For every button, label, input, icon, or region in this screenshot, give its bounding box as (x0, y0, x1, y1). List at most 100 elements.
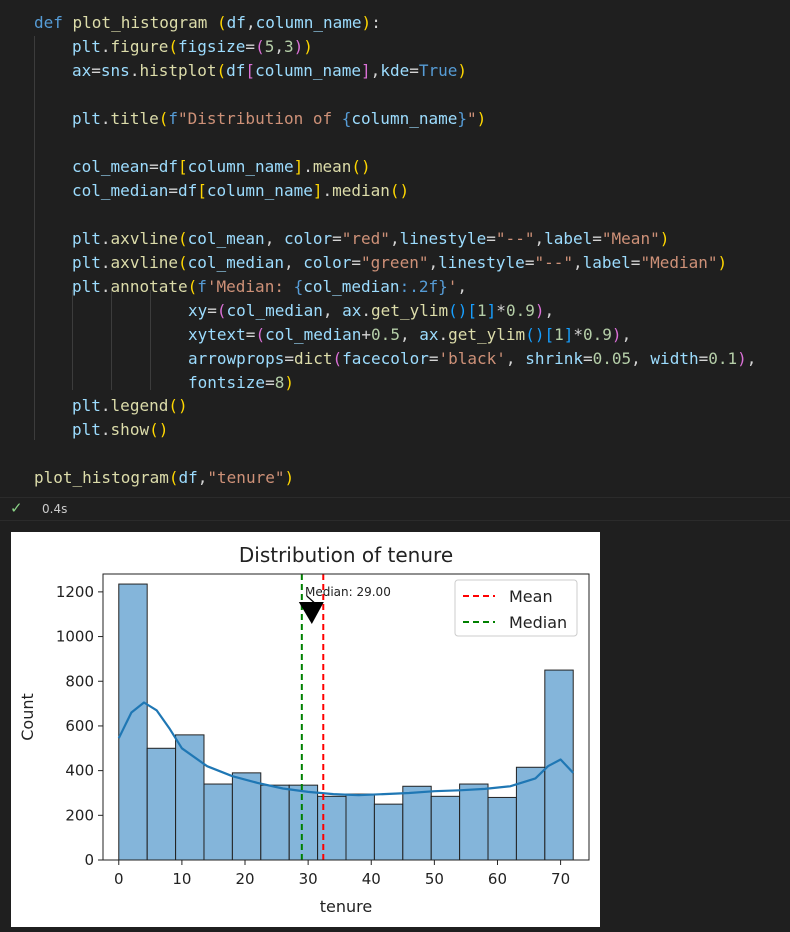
code-line[interactable]: plot_histogram(df,"tenure") (34, 466, 294, 490)
code-line[interactable]: def plot_histogram (df,column_name): (34, 11, 381, 35)
code-token: annotate (110, 277, 188, 296)
code-line[interactable]: ax=sns.histplot(df[column_name],kde=True… (72, 59, 467, 83)
code-token: } (457, 109, 468, 128)
code-token: plt (72, 229, 101, 248)
code-line[interactable]: xytext=(col_median+0.5, ax.get_ylim()[1]… (188, 323, 631, 347)
code-token: . (129, 61, 140, 80)
y-tick-label: 800 (65, 672, 94, 690)
code-line[interactable]: plt.annotate(f'Median: {col_median:.2f}'… (72, 275, 467, 299)
x-tick-label: 40 (362, 870, 381, 888)
y-tick-label: 600 (65, 717, 94, 735)
code-token: 3 (283, 37, 294, 56)
histogram-bar (430, 795, 461, 861)
code-token: ( (255, 37, 265, 56)
code-token: histplot (139, 61, 217, 80)
annotation-arrow (298, 602, 324, 624)
code-line[interactable]: plt.axvline(col_median, color="green",li… (72, 251, 727, 275)
cell-execution-status: ✓ 0.4s (0, 497, 790, 520)
code-token: True (418, 61, 458, 80)
histogram-bar (373, 803, 404, 861)
code-token: plt (72, 277, 101, 296)
code-line[interactable]: plt.show() (72, 418, 168, 442)
y-tick-label: 200 (65, 806, 94, 824)
code-token: () (525, 325, 545, 344)
code-line[interactable]: plt.legend() (72, 394, 188, 418)
code-token: = (582, 349, 593, 368)
code-token: "--" (495, 229, 535, 248)
code-token: ] (486, 301, 497, 320)
code-token: ( (216, 61, 227, 80)
code-token: col_median (72, 181, 169, 200)
code-token: f (197, 277, 207, 296)
code-token: , (322, 301, 343, 320)
code-token: () (351, 157, 371, 176)
code-token: shrink (525, 349, 583, 368)
code-token: . (100, 37, 111, 56)
code-line[interactable]: col_mean=df[column_name].mean() (72, 155, 371, 179)
code-token: ] (361, 61, 371, 80)
code-line[interactable]: fontsize=8) (188, 371, 294, 395)
code-token: column_name (351, 109, 458, 128)
code-token: median (332, 181, 390, 200)
code-token: { (341, 109, 352, 128)
code-token: fontsize (188, 373, 266, 392)
histogram-chart: Distribution of tenure Count tenure 0 10 2… (18, 543, 590, 916)
code-token: 5 (264, 37, 275, 56)
code-token: [ (544, 325, 555, 344)
indent-guide (150, 290, 151, 390)
code-token: , (197, 468, 208, 487)
code-line[interactable]: plt.axvline(col_mean, color="red",linest… (72, 227, 669, 251)
histogram-bar (459, 783, 489, 861)
code-token: [ (197, 181, 207, 200)
code-line[interactable]: xy=(col_median, ax.get_ylim()[1]*0.9), (188, 299, 554, 323)
code-token: show (110, 420, 150, 439)
code-token: plt (72, 396, 101, 415)
code-token: column_name (255, 61, 362, 80)
code-line[interactable]: col_median=df[column_name].median() (72, 179, 409, 203)
histogram-bar (260, 784, 290, 861)
code-token: ) (284, 468, 295, 487)
code-token: . (100, 253, 111, 272)
code-token: = (409, 61, 419, 80)
code-token: "Distribution of (178, 109, 342, 128)
code-token: ] (293, 157, 304, 176)
code-token: = (91, 61, 101, 80)
code-token: ) (284, 373, 294, 392)
code-token: 0.9 (583, 325, 612, 344)
x-tick-label: 0 (114, 870, 124, 888)
code-cell-editor[interactable]: def plot_histogram (df,column_name): plt.… (0, 0, 790, 498)
code-token: plt (72, 37, 101, 56)
code-token: ( (255, 325, 266, 344)
code-token: 0.05 (592, 349, 632, 368)
code-token: ( (158, 109, 169, 128)
code-token: . (100, 277, 111, 296)
code-token: ax (72, 61, 92, 80)
code-token: facecolor (342, 349, 429, 368)
code-token: ( (177, 253, 188, 272)
code-token: = (168, 181, 178, 200)
code-token: , (428, 253, 439, 272)
code-token: , (264, 229, 284, 248)
x-tick-label: 70 (551, 870, 570, 888)
code-line[interactable]: arrowprops=dict(facecolor='black', shrin… (188, 347, 756, 371)
code-token: df (177, 181, 198, 200)
code-token: mean (312, 157, 352, 176)
code-token: axvline (110, 229, 178, 248)
code-token: = (630, 253, 641, 272)
x-tick-label: 30 (299, 870, 318, 888)
code-token: = (245, 325, 256, 344)
code-token: . (100, 396, 111, 415)
indent-guide (34, 36, 35, 440)
y-tick-label: 400 (65, 762, 94, 780)
code-token: "Mean" (601, 229, 660, 248)
code-token: column_name (187, 157, 294, 176)
code-token: [ (245, 61, 256, 80)
code-line[interactable]: plt.title(f"Distribution of {column_name… (72, 107, 486, 131)
code-token: . (322, 181, 333, 200)
code-token: ' (447, 277, 458, 296)
output-divider (0, 520, 790, 521)
code-token: legend (110, 396, 169, 415)
code-line[interactable]: plt.figure(figsize=(5,3)) (72, 35, 313, 59)
code-token: plot_histogram (34, 468, 169, 487)
code-token: 0.1 (708, 349, 738, 368)
